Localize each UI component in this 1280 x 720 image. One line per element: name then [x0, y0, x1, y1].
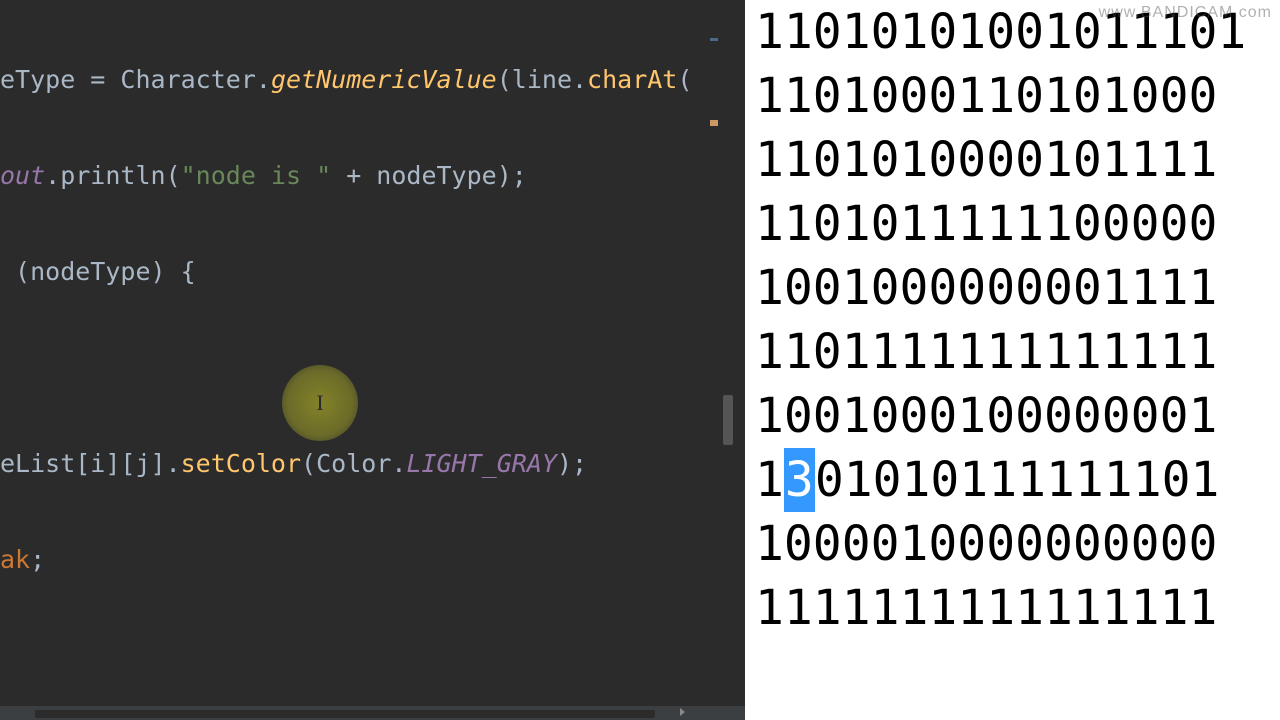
code-text: setColor — [181, 448, 301, 480]
data-row[interactable]: 1000010000000000 — [755, 512, 1280, 576]
data-row[interactable]: 1001000000001111 — [755, 256, 1280, 320]
code-text: Color — [316, 448, 391, 480]
code-text: out — [0, 160, 45, 192]
code-area[interactable]: eType = Character.getNumericValue(line.c… — [0, 0, 745, 720]
code-text: eType = — [0, 64, 120, 96]
code-text: ( — [677, 64, 692, 96]
vertical-scrollbar[interactable] — [723, 0, 735, 720]
data-lines[interactable]: 1101010100101110111010001101010001101010… — [755, 0, 1280, 640]
editor-gutter-marks — [710, 0, 720, 720]
code-text: Character — [120, 64, 255, 96]
data-row[interactable]: 1301010111111101 — [755, 448, 1280, 512]
code-text: ( — [301, 448, 316, 480]
code-text: .println( — [45, 160, 180, 192]
data-row[interactable]: 1001000100000001 — [755, 384, 1280, 448]
code-text: ); — [557, 448, 587, 480]
code-editor-pane[interactable]: eType = Character.getNumericValue(line.c… — [0, 0, 745, 720]
code-text: (line. — [497, 64, 587, 96]
scrollbar-right-arrow-icon[interactable] — [680, 708, 685, 716]
code-text: charAt — [587, 64, 677, 96]
selected-char[interactable]: 3 — [784, 448, 815, 512]
scrollbar-thumb[interactable] — [723, 395, 733, 445]
code-text: . — [391, 448, 406, 480]
gutter-mark — [710, 120, 718, 126]
code-text: . — [256, 64, 271, 96]
code-text: (nodeType) { — [0, 256, 196, 288]
data-text-pane[interactable]: 1101010100101110111010001101010001101010… — [745, 0, 1280, 720]
gutter-mark — [710, 38, 718, 41]
data-row[interactable]: 1101010000101111 — [755, 128, 1280, 192]
data-row[interactable]: 1101011111100000 — [755, 192, 1280, 256]
data-row[interactable]: 1111111111111111 — [755, 576, 1280, 640]
code-text: + nodeType); — [331, 160, 527, 192]
code-text: getNumericValue — [271, 64, 497, 96]
watermark-text: www.BANDICAM.com — [1099, 4, 1272, 22]
data-row[interactable]: 1101111111111111 — [755, 320, 1280, 384]
code-text: "node is " — [181, 160, 332, 192]
data-row[interactable]: 1101000110101000 — [755, 64, 1280, 128]
data-text: 1 — [755, 448, 784, 512]
code-text: eList[i][j]. — [0, 448, 181, 480]
editor-bottom-bar — [0, 706, 745, 720]
code-text: ; — [30, 544, 45, 576]
horizontal-scrollbar[interactable] — [35, 710, 655, 718]
code-text: ak — [0, 544, 30, 576]
code-text: LIGHT_GRAY — [406, 448, 557, 480]
data-text: 01010111111101 — [815, 448, 1220, 512]
